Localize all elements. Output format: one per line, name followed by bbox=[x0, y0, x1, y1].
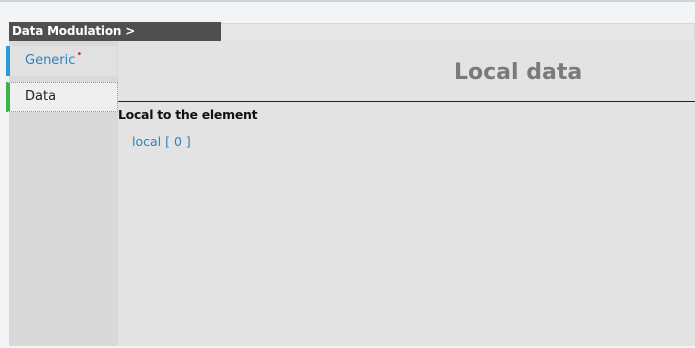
title-divider bbox=[118, 101, 695, 102]
breadcrumb-header[interactable]: Data Modulation > bbox=[9, 22, 221, 41]
local-data-link[interactable]: local [ 0 ] bbox=[132, 134, 191, 149]
app-frame: Data Modulation > Generic• Data Local da… bbox=[0, 0, 695, 348]
sidebar-item-data[interactable]: Data bbox=[6, 82, 118, 112]
page-title: Local data bbox=[454, 60, 583, 85]
required-indicator-icon: • bbox=[76, 49, 83, 60]
breadcrumb-label: Data Modulation > bbox=[12, 24, 136, 38]
sidebar-item-generic[interactable]: Generic• bbox=[6, 46, 117, 76]
sidebar-item-label: Data bbox=[25, 89, 57, 104]
sidebar-item-label: Generic bbox=[25, 53, 76, 68]
section-heading: Local to the element bbox=[118, 107, 258, 122]
main-content: Local data Local to the element local [ … bbox=[118, 41, 695, 346]
